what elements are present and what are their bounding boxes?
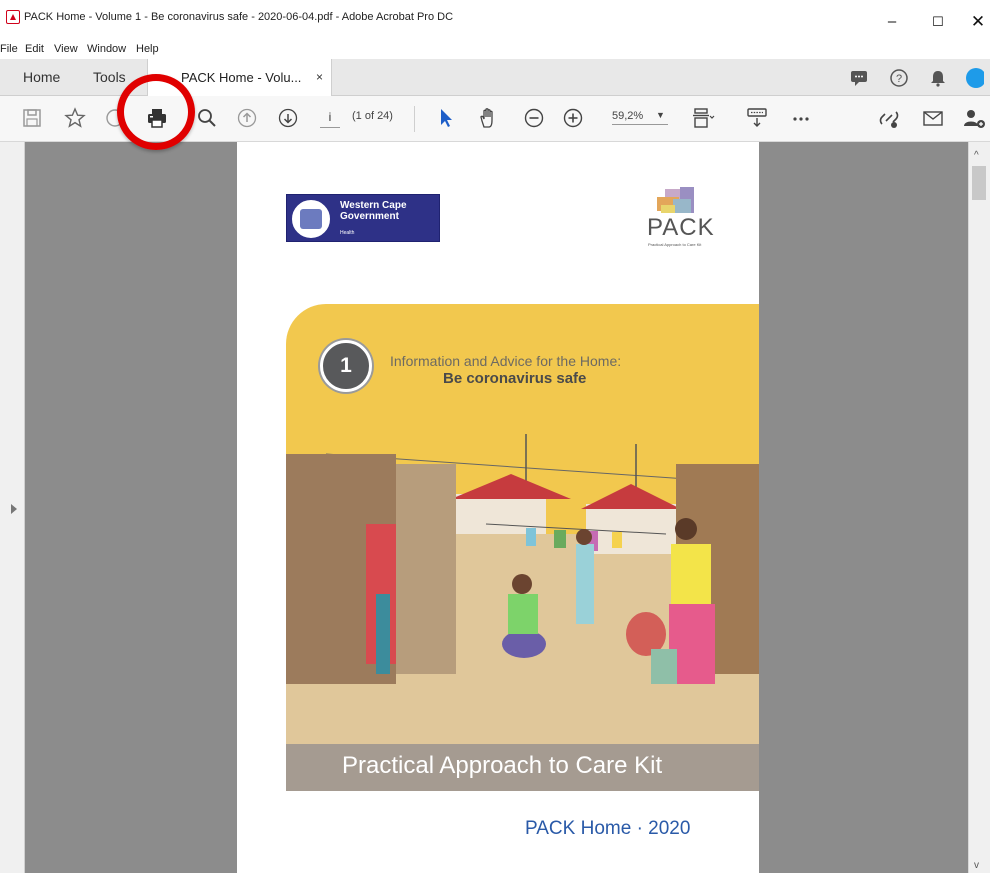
menu-bar: File Edit View Window Help xyxy=(0,40,990,59)
tab-close-button[interactable]: × xyxy=(316,59,323,96)
township-illustration xyxy=(286,424,759,744)
org-name-line2: Government xyxy=(340,211,399,222)
cover-panel: 1 Information and Advice for the Home: B… xyxy=(286,304,759,791)
help-icon[interactable]: ? xyxy=(889,68,909,88)
acrobat-window: PACK Home - Volume 1 - Be coronavirus sa… xyxy=(0,0,990,873)
cover-subtitle: Information and Advice for the Home: xyxy=(390,353,622,369)
tab-document-label: PACK Home - Volu... xyxy=(181,70,302,85)
account-avatar-icon[interactable] xyxy=(964,68,984,88)
zoom-dropdown-icon[interactable]: ▼ xyxy=(656,110,665,120)
scroll-up-arrow-icon[interactable]: ^ xyxy=(974,150,979,161)
save-icon[interactable] xyxy=(20,106,44,130)
menu-edit[interactable]: Edit xyxy=(25,43,44,55)
page-count-label: (1 of 24) xyxy=(352,110,393,122)
menu-view[interactable]: View xyxy=(54,43,78,55)
volume-number-badge: 1 xyxy=(320,340,372,392)
menu-window[interactable]: Window xyxy=(87,43,126,55)
hand-icon[interactable] xyxy=(476,106,500,130)
cover-title-band: Practical Approach to Care Kit xyxy=(286,744,759,791)
notification-bell-icon[interactable] xyxy=(928,68,948,88)
zoom-out-icon[interactable] xyxy=(522,106,546,130)
minimize-button[interactable]: – xyxy=(880,14,904,30)
org-department: Health xyxy=(340,230,355,236)
pack-logo-text: PACK xyxy=(647,214,715,241)
maximize-button[interactable]: ☐ xyxy=(926,14,950,30)
highlight-circle xyxy=(117,74,195,150)
add-user-icon[interactable] xyxy=(962,106,986,130)
org-name-line1: Western Cape xyxy=(340,200,407,211)
pack-logo-subtitle: Practical Approach to Care Kit xyxy=(648,242,702,247)
cover-band-title: Practical Approach to Care Kit xyxy=(342,752,663,779)
zoom-in-icon[interactable] xyxy=(561,106,585,130)
select-pointer-icon[interactable] xyxy=(434,106,458,130)
page-down-icon[interactable] xyxy=(276,106,300,130)
expand-panel-arrow-icon[interactable] xyxy=(11,504,17,514)
keyboard-icon[interactable] xyxy=(745,106,769,130)
comment-icon[interactable] xyxy=(849,68,869,88)
coat-of-arms-icon xyxy=(290,198,332,240)
pdf-page: Western Cape Government Health PACK Prac… xyxy=(237,142,759,873)
page-number-input[interactable]: i xyxy=(320,108,340,128)
western-cape-government-logo: Western Cape Government Health xyxy=(286,194,440,242)
page-up-icon[interactable] xyxy=(235,106,259,130)
cover-title: Be coronavirus safe xyxy=(443,370,587,387)
toolbar-divider xyxy=(414,106,415,132)
close-window-button[interactable]: ✕ xyxy=(966,13,990,30)
menu-help[interactable]: Help xyxy=(136,43,159,55)
document-footer-title: PACK Home · 2020 xyxy=(525,818,691,839)
email-icon[interactable] xyxy=(921,106,945,130)
svg-text:?: ? xyxy=(896,73,902,85)
window-title: PACK Home - Volume 1 - Be coronavirus sa… xyxy=(24,11,454,23)
bookmark-star-icon[interactable] xyxy=(63,106,87,130)
volume-number: 1 xyxy=(340,354,352,377)
zoom-search-icon[interactable] xyxy=(195,106,219,130)
menu-file[interactable]: File xyxy=(0,43,18,55)
tab-tools[interactable]: Tools xyxy=(93,59,126,96)
share-link-icon[interactable] xyxy=(877,106,901,130)
scroll-thumb[interactable] xyxy=(972,166,986,200)
tab-home[interactable]: Home xyxy=(23,59,60,96)
title-bar: PACK Home - Volume 1 - Be coronavirus sa… xyxy=(0,0,990,40)
scroll-down-arrow-icon[interactable]: v xyxy=(974,860,979,871)
vertical-scrollbar[interactable] xyxy=(968,142,990,873)
acrobat-logo-icon xyxy=(6,10,20,24)
fit-page-icon[interactable] xyxy=(691,106,715,130)
more-icon[interactable] xyxy=(789,106,813,130)
